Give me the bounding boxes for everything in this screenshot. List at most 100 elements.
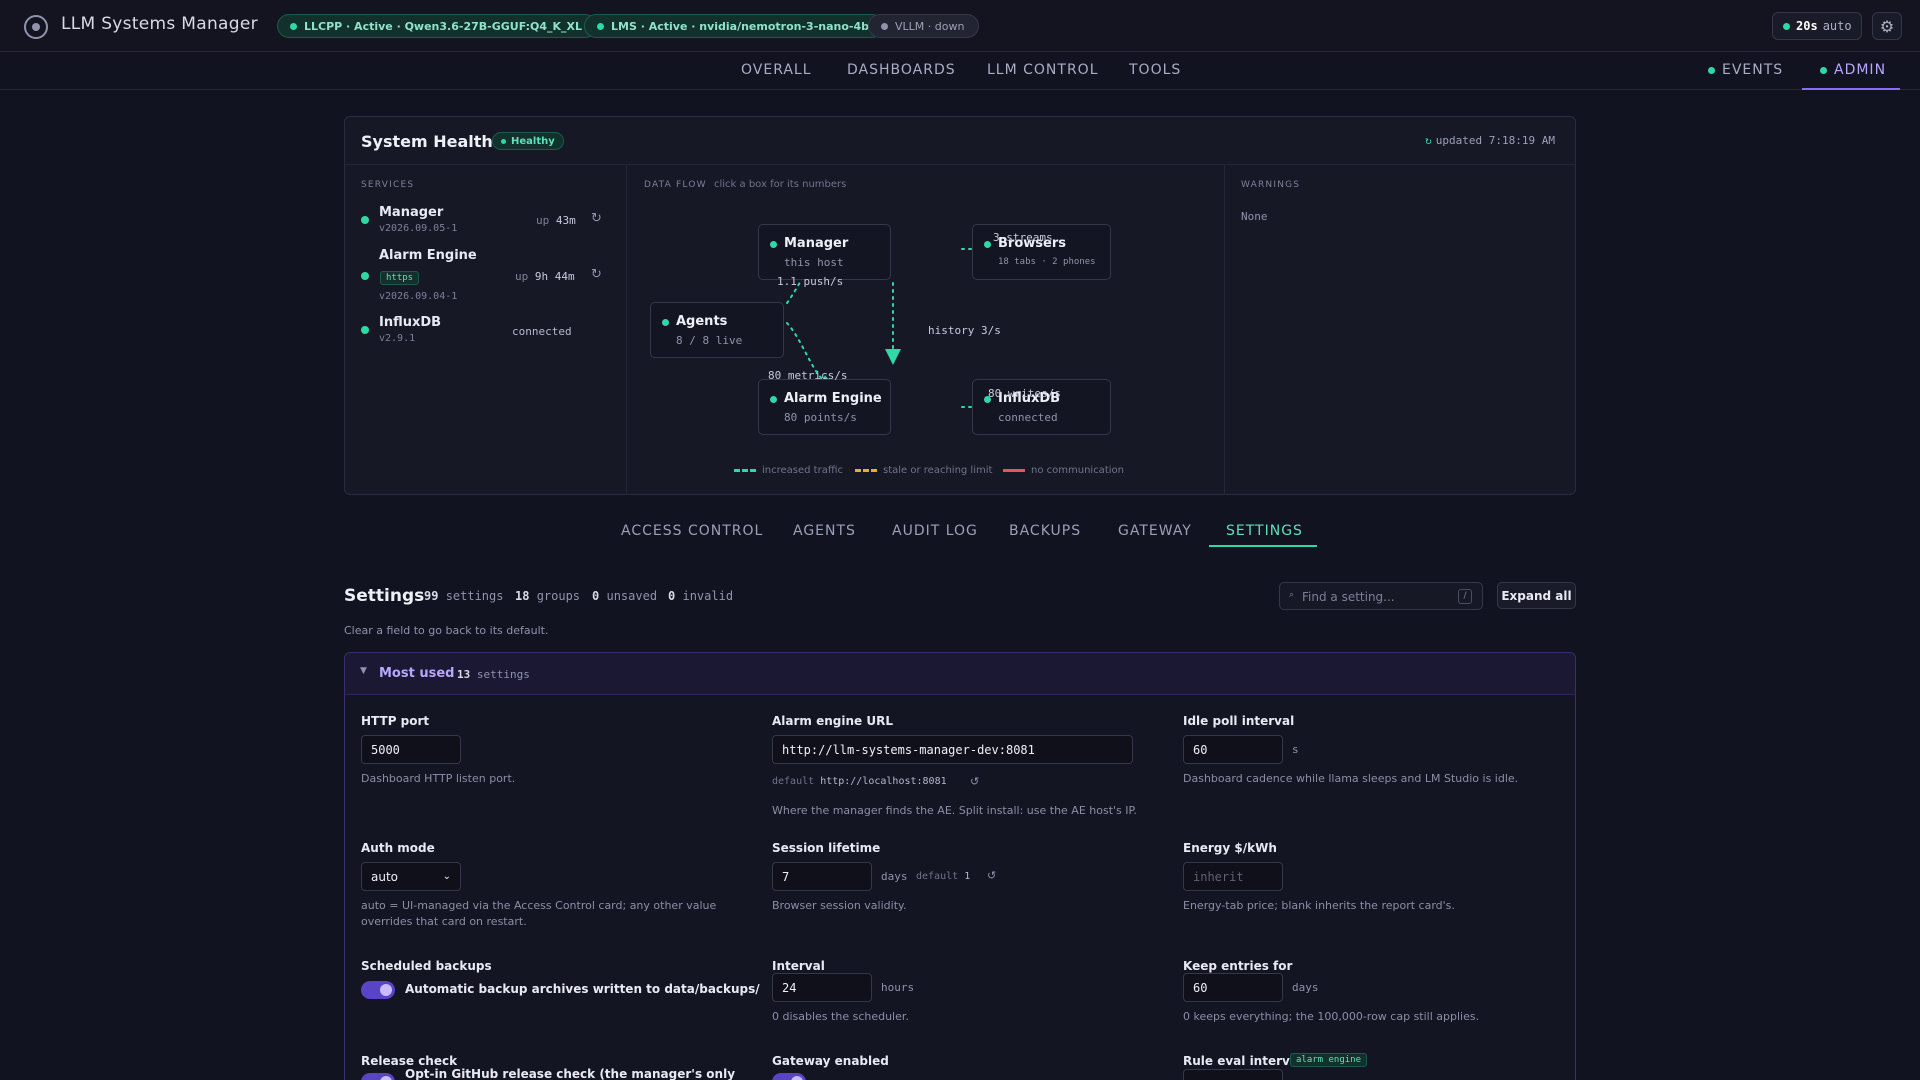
alarm-engine-url-help: Where the manager finds the AE. Split in… [772,804,1137,817]
system-health-card: System Health Healthy ↻ updated 7:18:19 A… [344,116,1576,495]
llcpp-status-pill[interactable]: LLCPP · Active · Qwen3.6-27B-GGUF:Q4_K_X… [277,14,598,38]
auth-mode-label: Auth mode [361,841,435,855]
scheduled-backups-text: Automatic backup archives written to dat… [405,982,760,996]
flow-node-agents[interactable]: Agents 8 / 8 live [650,302,784,358]
card-title: System Health [361,132,493,151]
restart-icon[interactable]: ↻ [591,267,602,282]
service-connection-status: connected [512,325,572,338]
subtab-active-indicator [1209,545,1317,547]
keep-entries-input[interactable]: 60 [1183,973,1283,1002]
reset-icon[interactable]: ↺ [987,869,996,882]
idle-poll-input[interactable]: 60 [1183,735,1283,764]
energy-label: Energy $/kWh [1183,841,1277,855]
tab-audit-log[interactable]: AUDIT LOG [892,523,978,539]
service-influxdb-name[interactable]: InfluxDB [379,315,441,330]
service-alarm-engine-name[interactable]: Alarm Engine [379,248,477,263]
nav-admin[interactable]: ADMIN [1820,62,1886,78]
search-input[interactable]: ⌕ Find a setting... / [1279,582,1483,610]
flow-node-manager[interactable]: Manager this host [758,224,891,280]
divider [1224,165,1225,495]
interval-help: 0 disables the scheduler. [772,1010,909,1023]
health-status-badge: Healthy [492,132,564,150]
flow-label-metrics: 80 metrics/s [768,369,848,382]
legend-swatch [734,469,756,472]
tab-access-control[interactable]: ACCESS CONTROL [621,523,763,539]
vllm-status-pill[interactable]: VLLM · down [868,14,980,38]
legend-stale: stale or reaching limit [855,465,992,476]
tab-settings[interactable]: SETTINGS [1226,523,1303,539]
reset-icon[interactable]: ↺ [970,775,979,788]
flow-node-alarm-engine[interactable]: Alarm Engine 80 points/s [758,379,891,435]
nav-events[interactable]: EVENTS [1708,62,1783,78]
release-check-toggle[interactable] [361,1073,395,1080]
settings-group-most-used: ▼ Most used 13 settings HTTP port 5000 D… [344,652,1576,1080]
idle-poll-unit: s [1292,743,1299,756]
tab-gateway[interactable]: GATEWAY [1118,523,1192,539]
nav-llm-control[interactable]: LLM CONTROL [987,62,1099,78]
shortcut-key-hint: / [1458,589,1472,604]
service-version: v2026.09.05-1 [379,223,458,234]
main-nav: OVERALL DASHBOARDS LLM CONTROL TOOLS EVE… [0,52,1920,90]
energy-input[interactable]: inherit [1183,862,1283,891]
interval-unit: hours [881,981,915,994]
service-manager-name[interactable]: Manager [379,205,443,220]
auth-mode-select[interactable]: auto ⌄ [361,862,461,891]
flow-label-streams: 3 streams [993,231,1053,244]
stat-settings: 99 settings [424,589,504,603]
settings-gear-button[interactable]: ⚙ [1872,12,1902,40]
node-dot-icon [662,319,669,326]
warnings-label: WARNINGS [1241,180,1301,190]
interval-label: Interval [772,959,825,973]
interval-input[interactable]: 24 [772,973,872,1002]
restart-icon[interactable]: ↻ [591,211,602,226]
scheduled-backups-toggle[interactable] [361,981,395,999]
events-dot-icon [1708,66,1715,74]
gateway-enabled-toggle[interactable] [772,1073,806,1080]
session-lifetime-input[interactable]: 7 [772,862,872,891]
http-port-input[interactable]: 5000 [361,735,461,764]
legend-swatch [1003,469,1025,472]
alarm-engine-url-input[interactable]: http://llm-systems-manager-dev:8081 [772,735,1133,764]
nav-tools[interactable]: TOOLS [1129,62,1181,78]
legend-no-communication: no communication [1003,465,1124,476]
service-version: v2.9.1 [379,333,416,344]
legend-increased-traffic: increased traffic [734,465,843,476]
app-logo-icon [24,15,48,39]
expand-all-button[interactable]: Expand all [1497,582,1576,609]
warnings-value: None [1241,210,1268,223]
release-check-text: Opt-in GitHub release check (the manager… [405,1067,736,1080]
rule-eval-input[interactable] [1183,1069,1283,1080]
refresh-icon: ↻ [1425,134,1432,147]
scheduled-backups-label: Scheduled backups [361,959,492,973]
services-label: SERVICES [361,180,415,190]
group-header[interactable]: ▼ Most used 13 settings [345,653,1575,695]
auto-refresh-button[interactable]: 20s auto [1772,12,1862,40]
alarm-engine-url-label: Alarm engine URL [772,714,893,728]
nav-overall[interactable]: OVERALL [741,62,812,78]
tab-agents[interactable]: AGENTS [793,523,856,539]
nav-dashboards[interactable]: DASHBOARDS [847,62,956,78]
alarm-engine-tag: alarm engine [1290,1053,1368,1067]
https-badge: https [380,271,420,285]
service-version: v2026.09.04-1 [379,291,458,302]
live-dot-icon [1783,22,1790,30]
lms-status-pill[interactable]: LMS · Active · nvidia/nemotron-3-nano-4b [584,14,885,38]
gear-icon: ⚙ [1879,16,1895,36]
node-dot-icon [770,241,777,248]
search-icon: ⌕ [1289,590,1295,600]
rule-eval-label: Rule eval interval [1183,1054,1303,1068]
keep-entries-unit: days [1292,981,1319,994]
session-lifetime-default: default 1 [916,871,971,882]
session-lifetime-help: Browser session validity. [772,899,907,912]
auth-mode-help: auto = UI-managed via the Access Control… [361,899,717,928]
legend-swatch [855,469,877,472]
admin-dot-icon [1820,66,1827,74]
release-check-label: Release check [361,1054,458,1068]
chevron-down-icon: ⌄ [442,871,451,882]
tab-backups[interactable]: BACKUPS [1009,523,1081,539]
service-status-dot [361,216,369,224]
service-status-dot [361,272,369,280]
gateway-enabled-label: Gateway enabled [772,1054,889,1068]
session-lifetime-unit: days [881,870,908,883]
stat-unsaved: 0 unsaved [592,589,658,603]
